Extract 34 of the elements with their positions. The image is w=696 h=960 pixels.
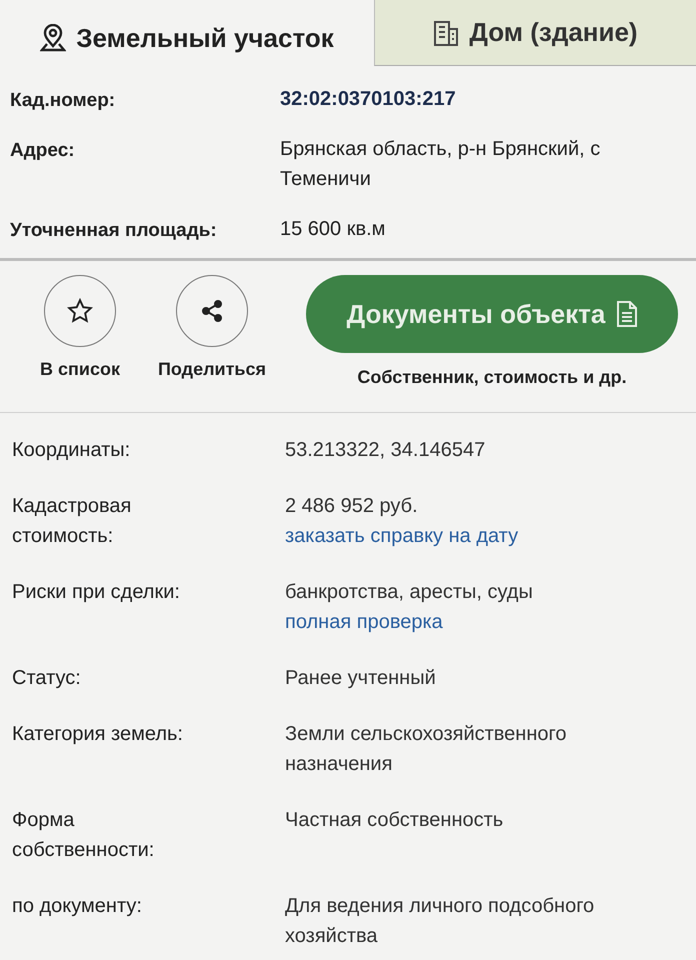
location-pin-icon bbox=[40, 24, 66, 52]
field-label: Кадастровая стоимость: bbox=[12, 494, 132, 549]
link[interactable]: полная проверка bbox=[285, 607, 443, 637]
field-label: Риски при сделки: bbox=[12, 580, 181, 605]
action-label[interactable]: Поделиться bbox=[158, 359, 266, 380]
field-value: Брянская область, р-н Брянский, с Теменичи bbox=[280, 137, 602, 192]
field-label: Координаты: bbox=[12, 438, 132, 463]
tab[interactable]: Дом (здание) bbox=[374, 0, 696, 66]
field-value: 53.213322, 34.146547 bbox=[285, 438, 486, 463]
field-label: Форма собственности: bbox=[12, 808, 156, 863]
building-icon bbox=[433, 20, 460, 46]
documents-button[interactable]: Документы объекта bbox=[306, 275, 678, 353]
document-icon bbox=[617, 301, 638, 327]
field-label: Кад.номер: bbox=[10, 90, 116, 112]
field-value: 32:02:0370103:217 bbox=[280, 87, 457, 112]
field-value: Частная собственность bbox=[285, 808, 504, 833]
field-label: Статус: bbox=[12, 666, 82, 691]
field-value: банкротства, аресты, суды bbox=[285, 580, 534, 605]
field-label: Адрес: bbox=[10, 140, 76, 162]
field-label: по документу: bbox=[12, 894, 143, 919]
field-value: Для ведения личного подсобного хозяйства bbox=[285, 894, 596, 949]
action-label[interactable]: В список bbox=[40, 359, 120, 380]
star-icon bbox=[67, 298, 93, 324]
field-value: Ранее учтенный bbox=[285, 666, 437, 691]
share-icon bbox=[200, 299, 224, 323]
documents-caption: Собственник, стоимость и др. bbox=[357, 367, 627, 388]
round-button[interactable] bbox=[44, 275, 116, 347]
field-value: 2 486 952 руб. bbox=[285, 494, 419, 519]
round-button[interactable] bbox=[176, 275, 248, 347]
field-value: 15 600 кв.м bbox=[280, 217, 386, 242]
link[interactable]: заказать справку на дату bbox=[285, 521, 518, 551]
field-label: Уточненная площадь: bbox=[10, 220, 218, 242]
field-value: Земли сельскохозяйственного назначения bbox=[285, 722, 568, 777]
field-label: Категория земель: bbox=[12, 722, 184, 747]
